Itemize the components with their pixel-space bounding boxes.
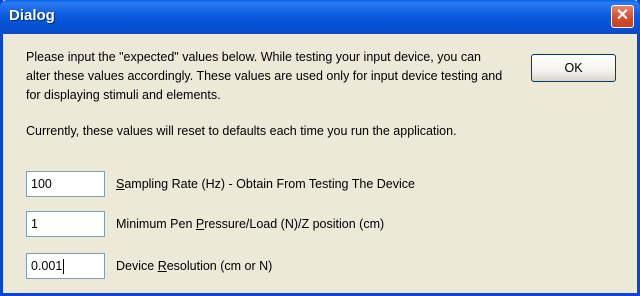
min-pen-pressure-mnemonic: P [195,217,205,231]
device-resolution-label-prefix: Device [116,259,158,273]
ok-button[interactable]: OK [531,54,616,82]
sampling-rate-label: Sampling Rate (Hz) - Obtain From Testing… [116,171,415,197]
device-resolution-label-text: esolution (cm or N) [166,259,273,273]
window-title: Dialog [9,7,55,24]
close-icon: ✕ [615,7,630,24]
min-pen-pressure-label-prefix: Minimum Pen [116,217,196,231]
min-pen-pressure-value: 1 [31,217,38,231]
instruction-text: Please input the "expected" values below… [26,50,503,102]
device-resolution-mnemonic: R [157,259,167,273]
close-button[interactable]: ✕ [611,5,634,28]
dialog-content: Please input the "expected" values below… [3,34,637,293]
min-pen-pressure-label: Minimum Pen Pressure/Load (N)/Z position… [116,211,384,237]
sampling-rate-label-text: ampling Rate (Hz) - Obtain From Testing … [124,177,415,191]
sampling-rate-input[interactable]: 100 [26,171,105,197]
device-resolution-input[interactable]: 0.001 [26,253,105,279]
reset-notice-text: Currently, these values will reset to de… [26,124,457,138]
text-caret [63,259,65,275]
device-resolution-label: Device Resolution (cm or N) [116,253,272,279]
min-pen-pressure-label-text: ressure/Load (N)/Z position (cm) [204,217,385,231]
device-resolution-value: 0.001 [31,259,63,273]
dialog-window: Dialog ✕ Please input the "expected" val… [0,0,640,296]
title-bar[interactable]: Dialog ✕ [0,0,640,34]
sampling-rate-value: 100 [31,177,52,191]
min-pen-pressure-input[interactable]: 1 [26,211,105,237]
